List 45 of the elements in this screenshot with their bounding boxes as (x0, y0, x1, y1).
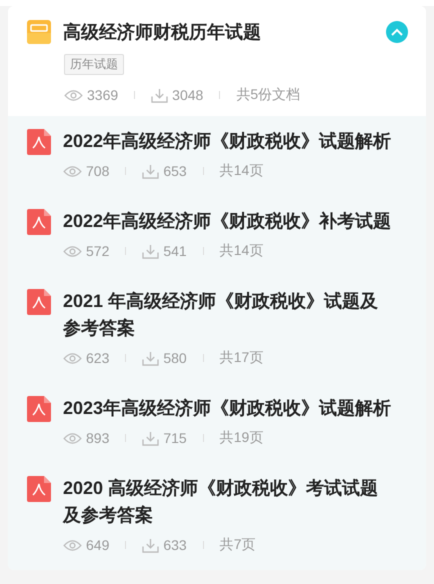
view-count: 572 (86, 243, 110, 259)
download-count: 653 (163, 163, 187, 179)
download-icon (142, 538, 160, 552)
folder-icon (27, 20, 51, 44)
document-title[interactable]: 2023年高级经济师《财政税收》试题解析 (63, 395, 393, 422)
eye-icon (63, 244, 82, 258)
download-count: 541 (163, 243, 187, 259)
page-count: 共7页 (220, 536, 256, 554)
eye-icon (63, 538, 82, 552)
download-icon (142, 244, 160, 258)
view-count: 623 (86, 350, 110, 366)
view-count: 708 (86, 163, 110, 179)
document-title[interactable]: 2020 高级经济师《财政税收》考试试题及参考答案 (63, 475, 393, 529)
page-count: 共19页 (220, 429, 264, 447)
document-title[interactable]: 2021 年高级经济师《财政税收》试题及参考答案 (63, 288, 393, 342)
eye-icon (64, 88, 83, 102)
download-count: 715 (163, 430, 187, 446)
download-count: 3048 (172, 87, 204, 103)
view-count: 649 (86, 537, 110, 553)
pdf-icon (27, 396, 51, 422)
pdf-icon (27, 209, 51, 235)
page-count: 共14页 (220, 242, 264, 260)
download-count: 633 (163, 537, 187, 553)
document-title[interactable]: 2022年高级经济师《财政税收》补考试题 (63, 208, 393, 235)
download-icon (142, 350, 160, 366)
eye-icon (63, 164, 82, 178)
view-count: 3369 (87, 87, 118, 103)
document-count: 共5份文档 (236, 86, 300, 104)
download-icon (142, 430, 160, 446)
eye-icon (63, 352, 82, 364)
download-count: 580 (163, 350, 187, 366)
pdf-icon (27, 289, 51, 315)
chevron-up-icon (391, 28, 403, 36)
page-count: 共14页 (220, 162, 264, 180)
page-count: 共17页 (220, 349, 264, 367)
category-tag: 历年试题 (64, 54, 124, 75)
collapse-button[interactable] (386, 21, 408, 43)
download-icon (142, 164, 160, 178)
download-icon (151, 88, 168, 102)
eye-icon (63, 432, 82, 444)
pdf-icon (27, 476, 51, 502)
document-title[interactable]: 2022年高级经济师《财政税收》试题解析 (63, 128, 393, 155)
pdf-icon (27, 129, 51, 155)
view-count: 893 (86, 430, 110, 446)
collection-title: 高级经济师财税历年试题 (63, 21, 262, 44)
